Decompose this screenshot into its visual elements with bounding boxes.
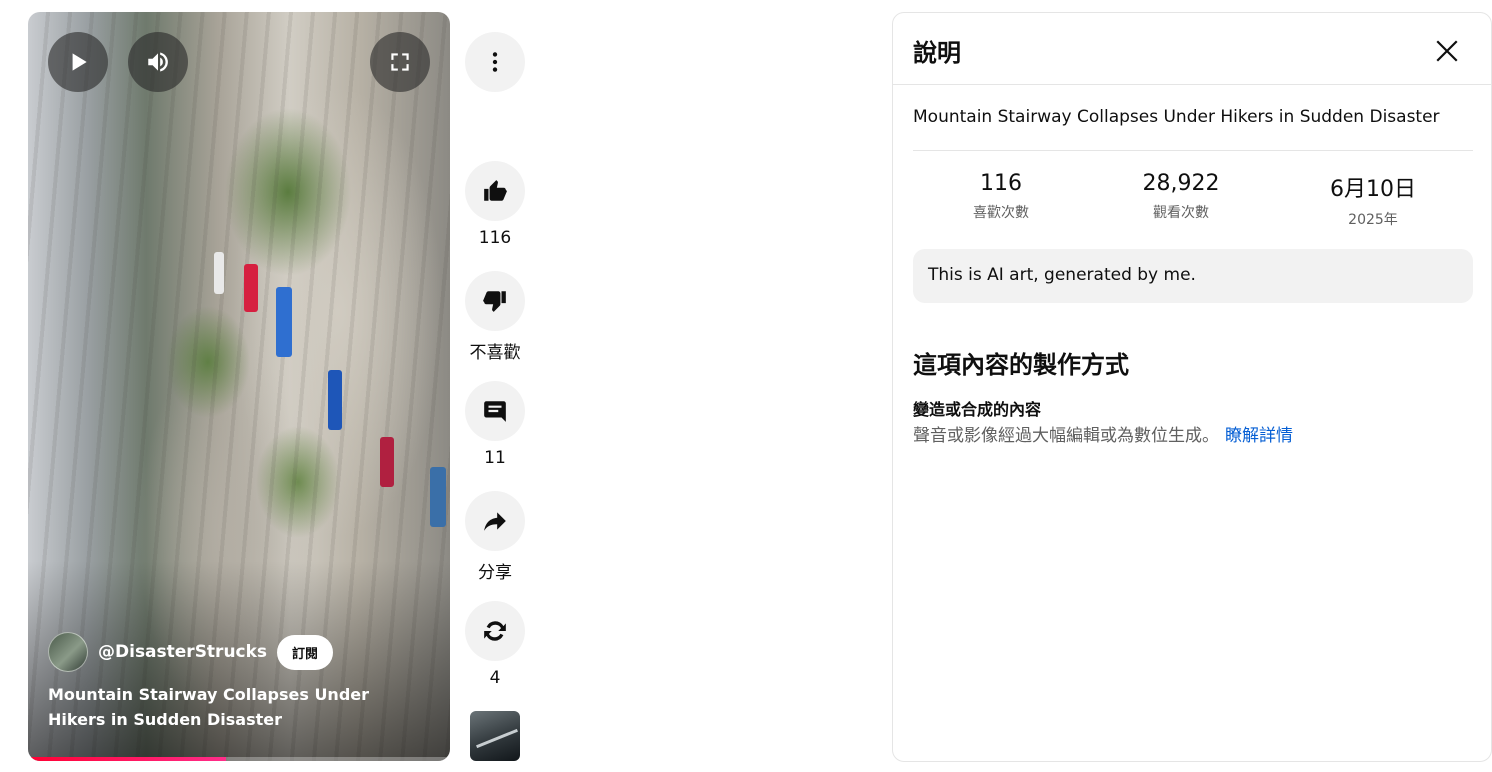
remix-count: 4 — [489, 668, 501, 688]
video-player[interactable]: @DisasterStrucks 訂閱 Mountain Stairway Co… — [28, 12, 450, 761]
share-label: 分享 — [478, 563, 512, 583]
progress-fill — [28, 757, 227, 761]
description-video-title: Mountain Stairway Collapses Under Hikers… — [913, 107, 1440, 127]
like-count: 116 — [478, 228, 512, 248]
description-note: This is AI art, generated by me. — [913, 249, 1473, 303]
share-icon — [484, 512, 506, 531]
how-made-text: 聲音或影像經過大幅編輯或為數位生成。 — [913, 426, 1219, 446]
dislike-label: 不喜歡 — [469, 343, 521, 363]
panel-header: 說明 — [893, 13, 1491, 85]
stat-date: 6月10日 2025年 — [1283, 171, 1463, 229]
description-panel: 說明 Mountain Stairway Collapses Under Hik… — [892, 12, 1492, 762]
stat-value: 6月10日 — [1330, 177, 1416, 202]
how-made-subheading: 變造或合成的內容 — [913, 400, 1042, 419]
scene-hiker — [214, 252, 224, 294]
how-made-text-row: 聲音或影像經過大幅編輯或為數位生成。 瞭解詳情 — [913, 421, 1293, 446]
progress-bar[interactable] — [28, 757, 450, 761]
thumbs-up-icon — [484, 180, 507, 201]
dislike-button[interactable] — [465, 271, 525, 331]
close-button[interactable] — [1427, 31, 1467, 71]
more-vert-icon — [492, 52, 498, 72]
play-icon — [72, 53, 87, 71]
more-options-button[interactable] — [465, 32, 525, 92]
subscribe-button[interactable]: 訂閱 — [277, 634, 334, 670]
comment-icon — [484, 401, 506, 422]
like-button[interactable] — [465, 161, 525, 221]
volume-button[interactable] — [128, 32, 188, 92]
channel-row: @DisasterStrucks 訂閱 — [48, 632, 334, 672]
stat-label: 觀看次數 — [1153, 205, 1209, 221]
stat-label: 喜歡次數 — [973, 205, 1029, 221]
scene-hiker — [380, 437, 394, 487]
panel-title: 說明 — [913, 39, 961, 67]
volume-icon — [148, 52, 168, 72]
channel-avatar[interactable] — [48, 632, 88, 672]
play-button[interactable] — [48, 32, 108, 92]
close-icon — [1436, 40, 1458, 62]
scene-hiker — [244, 264, 258, 312]
scene-hiker — [430, 467, 446, 527]
stat-views: 28,922 觀看次數 — [1091, 171, 1271, 222]
divider — [913, 150, 1473, 151]
remix-icon — [484, 621, 506, 641]
stat-value: 28,922 — [1142, 171, 1220, 196]
stat-likes: 116 喜歡次數 — [911, 171, 1091, 222]
comment-count: 11 — [484, 448, 506, 468]
fullscreen-button[interactable] — [370, 32, 430, 92]
fullscreen-icon — [391, 53, 409, 71]
remix-button[interactable] — [465, 601, 525, 661]
comments-button[interactable] — [465, 381, 525, 441]
scene-hiker — [276, 287, 292, 357]
share-button[interactable] — [465, 491, 525, 551]
video-title: Mountain Stairway Collapses Under Hikers… — [48, 685, 370, 729]
channel-handle[interactable]: @DisasterStrucks — [98, 642, 267, 662]
sound-thumbnail[interactable] — [470, 711, 520, 761]
learn-more-link[interactable]: 瞭解詳情 — [1225, 426, 1293, 446]
stat-label: 2025年 — [1348, 212, 1398, 228]
scene-hiker — [328, 370, 342, 430]
thumbs-down-icon — [483, 291, 506, 312]
stat-value: 116 — [980, 171, 1022, 196]
how-made-heading: 這項內容的製作方式 — [913, 351, 1129, 379]
